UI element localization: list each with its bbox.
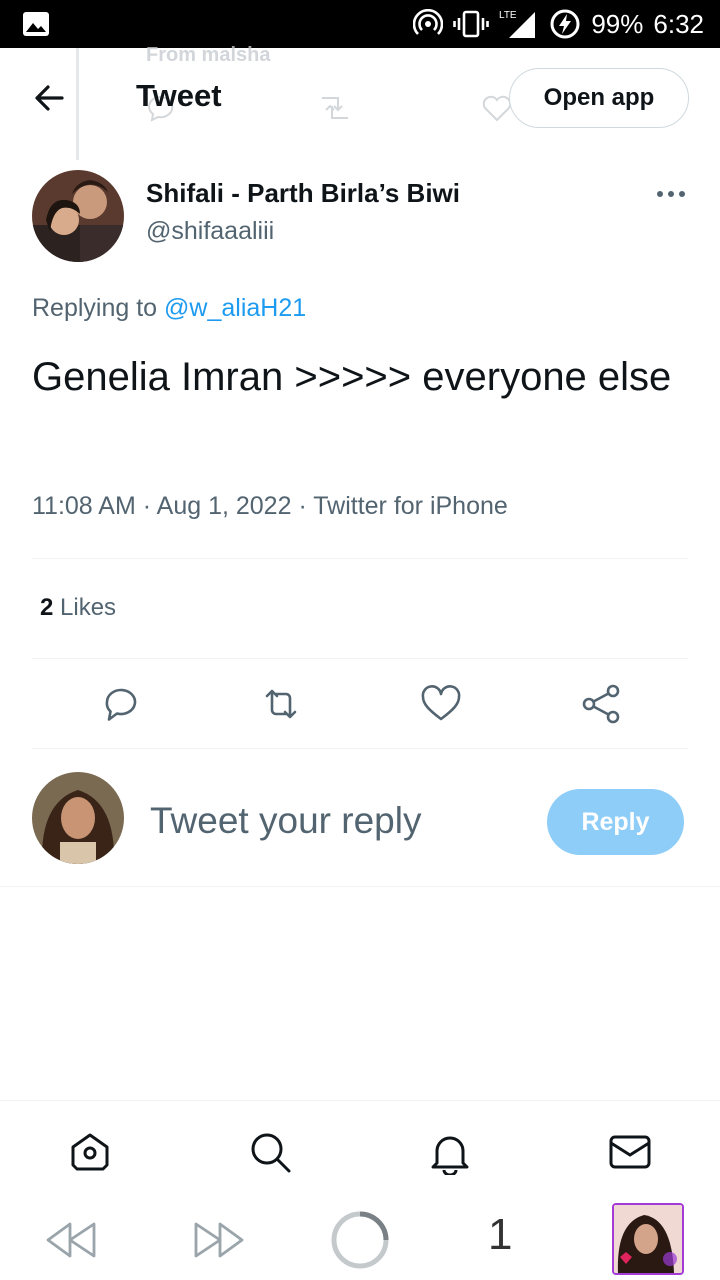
tweet-text: Genelia Imran >>>>> everyone else <box>32 355 672 399</box>
divider <box>0 886 720 887</box>
hotspot-icon <box>413 9 444 35</box>
retweet-icon[interactable] <box>259 682 303 726</box>
likes-stat[interactable]: 2 Likes <box>40 594 116 622</box>
reply-input[interactable]: Tweet your reply <box>150 800 421 842</box>
ghost-from-text: From malsha <box>146 44 271 66</box>
tweet-time[interactable]: 11:08 AM <box>32 492 136 520</box>
battery-percent: 99% <box>591 8 644 39</box>
tweet-source[interactable]: Twitter for iPhone <box>313 492 508 520</box>
browser-back-icon[interactable] <box>44 1218 100 1262</box>
replying-mention-link[interactable]: @w_aliaH21 <box>164 294 306 322</box>
replying-to: Replying to @w_aliaH21 <box>32 294 306 323</box>
status-bar: LTE 99% 6:32 <box>0 0 720 48</box>
browser-profile-avatar[interactable] <box>612 1203 684 1275</box>
meta-separator: · <box>142 492 157 520</box>
back-arrow-icon[interactable] <box>30 78 70 118</box>
search-icon[interactable] <box>247 1129 293 1175</box>
author-avatar-image <box>32 170 124 262</box>
gallery-icon <box>23 12 49 36</box>
open-app-button[interactable]: Open app <box>509 68 689 128</box>
reply-icon[interactable] <box>99 682 143 726</box>
like-heart-icon[interactable] <box>419 682 463 726</box>
more-options-icon[interactable] <box>652 180 692 208</box>
my-avatar-image <box>32 772 124 864</box>
author-avatar[interactable] <box>32 170 124 262</box>
likes-count: 2 <box>40 594 54 621</box>
browser-profile-image <box>614 1205 682 1273</box>
top-bar: From malsha Tweet Open app <box>0 44 720 160</box>
signal-icon: LTE <box>499 10 536 38</box>
tweet-meta: 11:08 AM · Aug 1, 2022 · Twitter for iPh… <box>32 492 508 521</box>
divider <box>32 748 688 749</box>
browser-forward-icon[interactable] <box>190 1218 246 1262</box>
divider <box>32 558 688 559</box>
notifications-bell-icon[interactable] <box>427 1129 473 1175</box>
browser-nav-bar: 1 <box>0 1200 720 1280</box>
messages-mail-icon[interactable] <box>607 1129 653 1175</box>
browser-home-circle-icon[interactable] <box>330 1210 390 1270</box>
reply-button[interactable]: Reply <box>547 789 684 855</box>
share-icon[interactable] <box>579 682 623 726</box>
vibrate-icon <box>453 10 490 38</box>
meta-separator: · <box>298 492 314 520</box>
my-avatar[interactable] <box>32 772 124 864</box>
divider <box>32 658 688 659</box>
network-type: LTE <box>499 10 517 21</box>
browser-tab-count[interactable]: 1 <box>488 1210 512 1260</box>
bottom-tab-bar <box>0 1100 720 1200</box>
clock: 6:32 <box>653 8 704 39</box>
tweet-date[interactable]: Aug 1, 2022 <box>157 492 292 520</box>
status-right: LTE 99% 6:32 <box>413 0 704 48</box>
page-title: Tweet <box>136 78 222 113</box>
home-icon[interactable] <box>67 1129 113 1175</box>
likes-label: Likes <box>60 594 117 621</box>
replying-prefix: Replying to <box>32 294 158 322</box>
author-handle[interactable]: @shifaaaliii <box>146 217 274 246</box>
battery-charging-icon <box>550 9 580 39</box>
author-name[interactable]: Shifali - Parth Birla’s Biwi <box>146 178 460 209</box>
